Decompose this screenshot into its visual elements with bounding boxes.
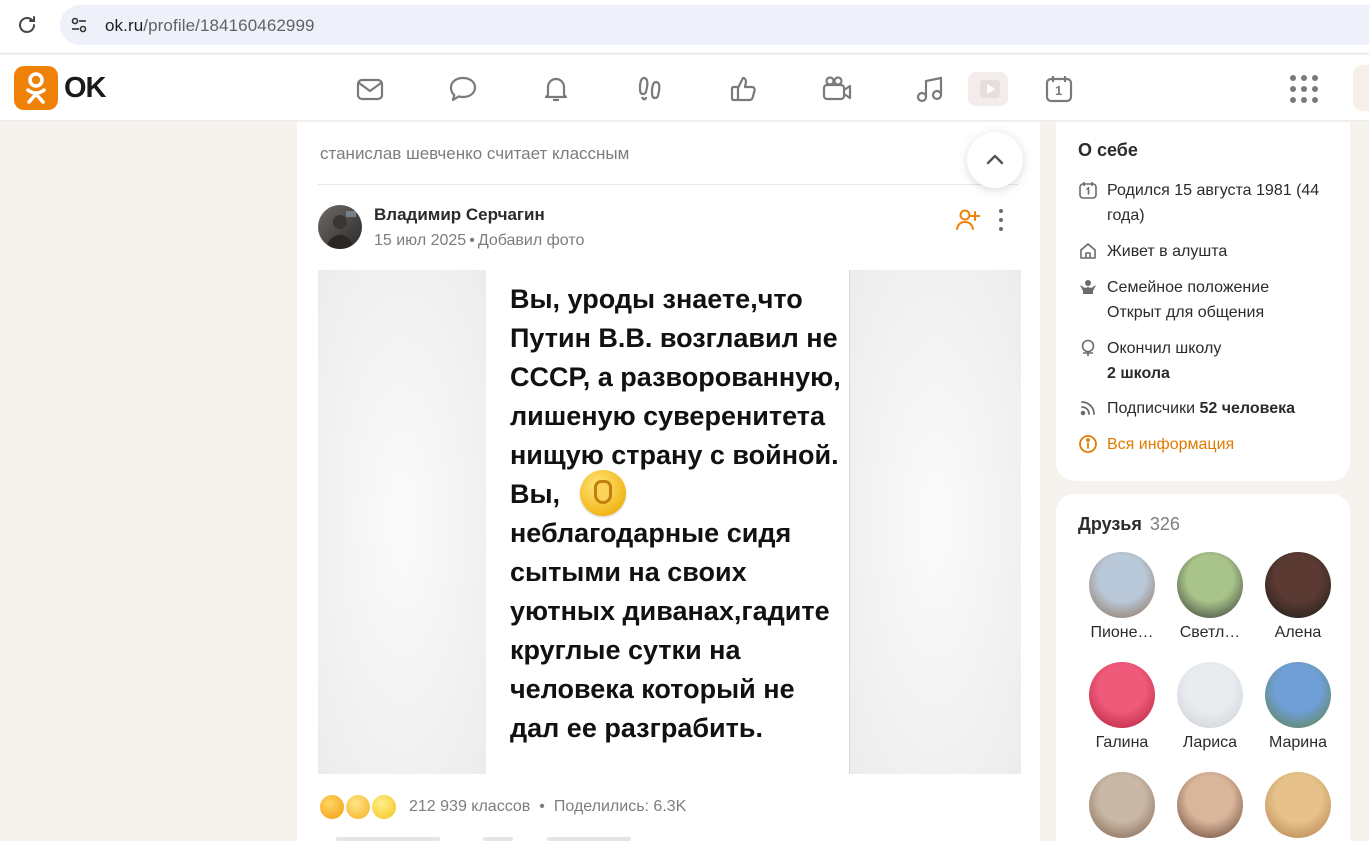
friend-name[interactable]: Алена: [1254, 624, 1342, 642]
friend-item[interactable]: [1078, 772, 1166, 841]
browser-toolbar: ok.ru/profile/184160462999: [0, 0, 1369, 54]
post-date[interactable]: 15 июл 2025: [374, 232, 466, 249]
play-icon[interactable]: [968, 72, 1008, 106]
friends-card: Друзья 326 Пионе… Светл… Алена Галина Лариса М…: [1056, 494, 1350, 841]
friend-avatar[interactable]: [1089, 772, 1155, 838]
rss-icon: [1078, 398, 1098, 418]
music-icon[interactable]: [914, 73, 946, 105]
clap-reaction-icon: [344, 793, 372, 821]
shares-count[interactable]: Поделились: 6.3K: [554, 798, 686, 815]
family-icon: [1078, 277, 1098, 297]
friends-title[interactable]: Друзья 326: [1078, 514, 1180, 535]
friend-avatar[interactable]: [1089, 662, 1155, 728]
friend-item[interactable]: Пионе…: [1078, 552, 1166, 642]
url-path: /profile/184160462999: [143, 16, 315, 35]
post-meta: 15 июл 2025 • Добавил фото: [374, 232, 585, 249]
about-family: Семейное положение Открыт для общения: [1078, 275, 1343, 325]
classes-count[interactable]: 212 939 классов: [409, 798, 530, 815]
friend-avatar[interactable]: [1089, 552, 1155, 618]
friend-name[interactable]: Лариса: [1166, 734, 1254, 752]
shush-emoji-icon: [580, 470, 626, 516]
friend-name[interactable]: Светл…: [1166, 624, 1254, 642]
url-text[interactable]: ok.ru/profile/184160462999: [105, 16, 315, 36]
like-icon[interactable]: [728, 73, 760, 105]
more-options-icon[interactable]: [995, 207, 1007, 233]
scroll-up-button[interactable]: [967, 132, 1023, 188]
photo-text: Вы, уроды знаете,что Путин В.В. возглави…: [510, 284, 841, 743]
add-friend-icon[interactable]: [955, 206, 981, 232]
divider: [318, 184, 1018, 185]
about-school: Окончил школу 2 школа: [1078, 336, 1343, 386]
mail-icon[interactable]: [354, 73, 386, 105]
friend-item[interactable]: Лариса: [1166, 662, 1254, 752]
friend-avatar[interactable]: [1265, 552, 1331, 618]
friend-avatar[interactable]: [1265, 662, 1331, 728]
friend-item[interactable]: Марина: [1254, 662, 1342, 752]
site-settings-icon[interactable]: [70, 16, 88, 34]
friend-item[interactable]: Алена: [1254, 552, 1342, 642]
friend-avatar[interactable]: [1265, 772, 1331, 838]
friends-count: 326: [1149, 514, 1180, 534]
calendar-icon[interactable]: 1: [1043, 73, 1075, 105]
post-author-name[interactable]: Владимир Серчагин: [374, 205, 545, 225]
logo-text[interactable]: OK: [64, 72, 106, 105]
calendar-day: 1: [1055, 83, 1063, 98]
reactions-icons[interactable]: [318, 792, 403, 822]
friend-item[interactable]: [1166, 772, 1254, 841]
friend-name[interactable]: Галина: [1078, 734, 1166, 752]
footprints-icon[interactable]: [634, 73, 666, 105]
friend-avatar[interactable]: [1177, 662, 1243, 728]
video-camera-icon[interactable]: [821, 73, 853, 105]
thumbs-up-reaction-icon: [318, 793, 346, 821]
friend-item[interactable]: Галина: [1078, 662, 1166, 752]
bell-icon[interactable]: [540, 73, 572, 105]
about-card: О себе Родился 15 августа 1981 (44 года)…: [1056, 122, 1350, 481]
friend-avatar[interactable]: [1177, 772, 1243, 838]
calendar-icon: [1078, 180, 1098, 200]
ok-logo-icon[interactable]: [14, 66, 58, 110]
laugh-reaction-icon: [370, 793, 398, 821]
url-host: ok.ru: [105, 16, 144, 35]
globe-icon: [1078, 338, 1098, 358]
friend-name[interactable]: Марина: [1254, 734, 1342, 752]
chevron-up-icon: [986, 154, 1004, 165]
friend-name[interactable]: Пионе…: [1078, 624, 1166, 642]
liked-by-text[interactable]: станислав шевченко считает классным: [320, 144, 629, 164]
friend-item[interactable]: [1254, 772, 1342, 841]
friend-item[interactable]: Светл…: [1166, 552, 1254, 642]
home-icon: [1078, 241, 1098, 261]
chat-icon[interactable]: [447, 73, 479, 105]
about-birthday: Родился 15 августа 1981 (44 года): [1078, 178, 1343, 230]
post-stats: 212 939 классов • Поделились: 6.3K: [409, 798, 687, 815]
profile-menu-button[interactable]: [1353, 65, 1369, 111]
apps-grid-icon[interactable]: [1290, 75, 1318, 103]
address-bar[interactable]: ok.ru/profile/184160462999: [60, 5, 1369, 45]
info-icon: [1078, 434, 1098, 454]
feed-post-card: станислав шевченко считает классным Влад…: [297, 122, 1040, 841]
post-photo[interactable]: Вы, уроды знаете,что Путин В.В. возглави…: [318, 270, 1021, 774]
photo-text-image: Вы, уроды знаете,что Путин В.В. возглави…: [486, 270, 850, 774]
about-title: О себе: [1078, 140, 1138, 160]
post-action: Добавил фото: [477, 232, 585, 249]
friend-avatar[interactable]: [1177, 552, 1243, 618]
reload-icon[interactable]: [15, 13, 39, 37]
author-avatar[interactable]: [318, 205, 362, 249]
site-header: OK 1: [0, 55, 1369, 121]
